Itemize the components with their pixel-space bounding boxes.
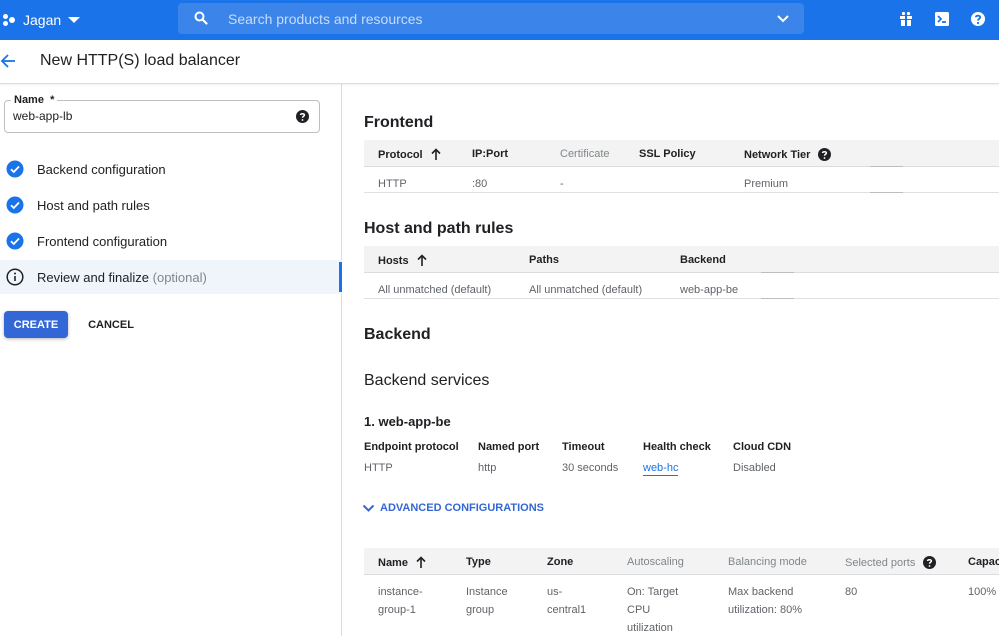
create-button[interactable]: CREATE xyxy=(4,311,68,338)
project-icon xyxy=(3,13,17,27)
project-name: Jagan xyxy=(23,12,62,28)
review-content: Frontend Protocol IP:Port Certificate SS… xyxy=(343,84,999,636)
cell-protocol: HTTP xyxy=(378,178,407,190)
page-title: New HTTP(S) load balancer xyxy=(40,52,241,69)
health-check-link[interactable]: web-hc xyxy=(643,462,679,476)
backends-table: Name Type Zone Autoscaling Balancing mod… xyxy=(364,548,999,636)
column-header-balancing-mode: Balancing mode xyxy=(728,556,807,568)
value-endpoint-protocol: HTTP xyxy=(364,462,393,474)
frontend-table: Protocol IP:Port Certificate SSL Policy … xyxy=(364,140,999,193)
table-header: Name Type Zone Autoscaling Balancing mod… xyxy=(364,548,999,575)
column-header-network-tier: Network Tier xyxy=(744,148,832,161)
project-selector[interactable]: Jagan xyxy=(3,0,81,40)
sort-arrow-up-icon xyxy=(416,556,426,568)
cell-paths: All unmatched (default) xyxy=(529,284,643,296)
cell-hosts: All unmatched (default) xyxy=(378,284,492,296)
step-label: Host and path rules xyxy=(37,198,150,213)
column-header-selected-ports: Selected ports xyxy=(845,556,937,569)
step-label: Review and finalize (optional) xyxy=(37,270,207,285)
label-named-port: Named port xyxy=(478,441,540,453)
name-field[interactable]: Name * xyxy=(4,94,320,133)
cell-balancing-mode: Max backend utilization: 80% xyxy=(728,586,802,616)
name-field-label: Name * xyxy=(11,94,58,106)
label-health-check: Health check xyxy=(643,441,711,453)
table-header: Protocol IP:Port Certificate SSL Policy … xyxy=(364,140,999,167)
value-named-port: http xyxy=(478,462,497,474)
cell-backend: web-app-be xyxy=(680,284,739,296)
label-endpoint-protocol: Endpoint protocol xyxy=(364,441,459,453)
host-path-table: Hosts Paths Backend All unmatched (defau… xyxy=(364,246,999,299)
chevron-down-icon xyxy=(362,504,375,512)
step-label: Frontend configuration xyxy=(37,234,168,249)
help-icon[interactable] xyxy=(970,10,986,28)
name-input[interactable] xyxy=(13,109,283,123)
host-path-heading: Host and path rules xyxy=(364,220,514,237)
help-icon[interactable] xyxy=(923,556,937,569)
column-header-type: Type xyxy=(466,556,491,568)
gift-icon[interactable] xyxy=(898,10,914,28)
table-header: Hosts Paths Backend xyxy=(364,246,999,273)
column-header-certificate: Certificate xyxy=(560,148,610,160)
backend-services-heading: Backend services xyxy=(364,372,490,389)
search-placeholder: Search products and resources xyxy=(228,11,423,27)
column-header-zone: Zone xyxy=(547,556,574,568)
chevron-down-icon[interactable] xyxy=(776,12,790,26)
sort-arrow-up-icon xyxy=(416,254,427,266)
advanced-configurations-toggle[interactable]: ADVANCED CONFIGURATIONS xyxy=(362,502,544,514)
backend-service-title: 1. web-app-be xyxy=(364,414,451,429)
column-header-protocol[interactable]: Protocol xyxy=(378,148,441,161)
caret-down-icon xyxy=(68,17,81,23)
info-icon xyxy=(6,268,24,286)
top-app-bar: Jagan Search products and resources xyxy=(0,0,999,40)
column-resize-handle[interactable] xyxy=(870,192,903,193)
column-header-name[interactable]: Name xyxy=(378,556,426,569)
page-header: New HTTP(S) load balancer xyxy=(0,40,999,84)
back-arrow-icon[interactable] xyxy=(0,52,18,70)
column-header-autoscaling: Autoscaling xyxy=(627,556,684,568)
table-row: All unmatched (default) All unmatched (d… xyxy=(364,273,999,299)
cell-selected-ports: 80 xyxy=(845,586,858,598)
table-row: instance-group-1 Instance group us-centr… xyxy=(364,575,999,636)
cell-network-tier: Premium xyxy=(744,178,789,190)
column-header-hosts[interactable]: Hosts xyxy=(378,254,427,267)
cell-capacity: 100% xyxy=(968,586,997,598)
cancel-button[interactable]: CANCEL xyxy=(80,311,142,338)
check-circle-icon xyxy=(6,232,24,250)
step-label: Backend configuration xyxy=(37,162,166,177)
cell-autoscaling: On: Target CPU utilization xyxy=(627,586,679,634)
check-circle-icon xyxy=(6,196,24,214)
backend-heading: Backend xyxy=(364,326,431,343)
step-backend-configuration[interactable]: Backend configuration xyxy=(0,152,342,186)
cell-ip-port: :80 xyxy=(472,178,488,190)
cloud-shell-icon[interactable] xyxy=(934,10,950,28)
value-timeout: 30 seconds xyxy=(562,462,619,474)
cell-certificate: - xyxy=(560,178,564,190)
advanced-configurations-label: ADVANCED CONFIGURATIONS xyxy=(380,502,544,514)
cell-zone: us-central1 xyxy=(547,586,587,616)
value-cloud-cdn: Disabled xyxy=(733,462,776,474)
wizard-panel: Name * Backend configuration Host and pa… xyxy=(0,84,342,636)
help-icon[interactable] xyxy=(296,110,309,123)
column-header-ssl-policy: SSL Policy xyxy=(639,148,696,160)
column-header-capacity: Capac xyxy=(968,556,999,568)
cell-name: instance-group-1 xyxy=(378,586,423,616)
search-bar[interactable]: Search products and resources xyxy=(178,3,804,34)
step-frontend-configuration[interactable]: Frontend configuration xyxy=(0,224,342,258)
check-circle-icon xyxy=(6,160,24,178)
step-host-and-path-rules[interactable]: Host and path rules xyxy=(0,188,342,222)
frontend-heading: Frontend xyxy=(364,114,434,131)
column-resize-handle[interactable] xyxy=(761,298,794,299)
column-header-backend: Backend xyxy=(680,254,726,266)
table-row: HTTP :80 - Premium xyxy=(364,167,999,193)
cell-type: Instance group xyxy=(466,586,508,616)
label-cloud-cdn: Cloud CDN xyxy=(733,441,792,453)
sort-arrow-up-icon xyxy=(431,148,441,160)
help-icon[interactable] xyxy=(818,148,832,161)
label-timeout: Timeout xyxy=(562,441,605,453)
search-icon xyxy=(194,11,208,25)
step-review-and-finalize[interactable]: Review and finalize (optional) xyxy=(0,260,342,294)
column-header-ip-port: IP:Port xyxy=(472,148,509,160)
column-header-paths: Paths xyxy=(529,254,559,266)
